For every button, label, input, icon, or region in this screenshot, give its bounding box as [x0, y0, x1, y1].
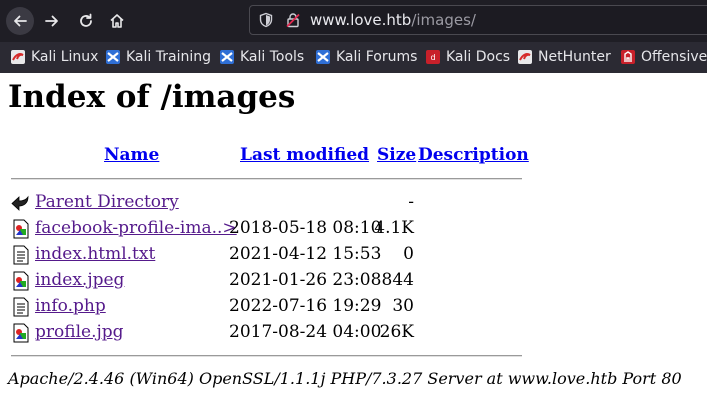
bookmarks-toolbar: Kali Linux Kali Training Kali Tools Kali…: [0, 42, 707, 73]
image-file-icon: [13, 219, 29, 239]
bookmark-kali-forums[interactable]: Kali Forums: [316, 47, 417, 67]
file-link[interactable]: profile.jpg: [35, 322, 124, 342]
url-path: /images/: [411, 11, 476, 29]
server-signature: Apache/2.4.46 (Win64) OpenSSL/1.1.1j PHP…: [8, 369, 682, 388]
file-link[interactable]: index.jpeg: [35, 270, 124, 290]
reload-button[interactable]: [72, 7, 100, 35]
bookmark-kali-training[interactable]: Kali Training: [106, 47, 211, 67]
file-size: 4.1K: [374, 218, 414, 238]
offensive-security-icon: [621, 50, 635, 64]
file-last-modified: 2021-01-26 23:08: [229, 270, 382, 290]
bookmark-offensive[interactable]: Offensive: [621, 47, 707, 67]
file-last-modified: 2018-05-18 08:10: [229, 218, 382, 238]
bookmark-label: Kali Docs: [446, 49, 511, 65]
text-file-icon: [13, 245, 29, 265]
parent-directory-link[interactable]: Parent Directory: [35, 192, 179, 212]
home-icon: [110, 14, 124, 28]
url-text[interactable]: www.love.htb/images/: [310, 11, 476, 29]
home-button[interactable]: [103, 7, 131, 35]
url-bar[interactable]: www.love.htb/images/: [249, 5, 707, 35]
kali-forums-icon: [316, 50, 330, 64]
page-title: Index of /images: [8, 79, 296, 115]
arrow-left-icon: [14, 15, 27, 27]
file-size: -: [408, 192, 414, 212]
kali-docs-icon: d: [426, 50, 440, 64]
table-row: info.php 2022-07-16 19:29 30: [0, 295, 707, 319]
bookmark-label: Kali Linux: [31, 49, 99, 65]
divider: [11, 355, 522, 357]
column-header-last-modified[interactable]: Last modified: [240, 145, 369, 165]
file-link[interactable]: info.php: [35, 296, 106, 316]
bookmark-label: Kali Training: [126, 49, 211, 65]
bookmark-kali-docs[interactable]: d Kali Docs: [426, 47, 510, 67]
browser-toolbar: www.love.htb/images/: [0, 0, 707, 42]
url-host: www.love.htb: [310, 11, 412, 29]
column-header-description[interactable]: Description: [418, 145, 529, 165]
kali-linux-icon: [11, 50, 25, 64]
file-size: 844: [381, 270, 414, 290]
insecure-lock-icon[interactable]: [285, 12, 301, 28]
file-size: 0: [403, 244, 414, 264]
divider: [11, 178, 522, 180]
column-header-name[interactable]: Name: [104, 145, 159, 165]
forward-button[interactable]: [38, 7, 66, 35]
table-row: facebook-profile-ima..> 2018-05-18 08:10…: [0, 217, 707, 241]
arrow-right-icon: [45, 15, 58, 27]
table-row: profile.jpg 2017-08-24 04:00 26K: [0, 321, 707, 345]
bookmark-nethunter[interactable]: NetHunter: [518, 47, 611, 67]
bookmark-label: NetHunter: [538, 49, 611, 65]
text-file-icon: [13, 297, 29, 317]
page-content: Index of /images Name Last modified Size…: [0, 73, 707, 399]
back-button[interactable]: [6, 7, 34, 35]
file-size: 30: [392, 296, 414, 316]
bookmark-label: Offensive: [641, 49, 707, 65]
reload-icon: [80, 13, 92, 27]
file-link[interactable]: facebook-profile-ima..>: [35, 218, 237, 238]
svg-text:d: d: [430, 53, 435, 62]
bookmark-label: Kali Tools: [240, 49, 305, 65]
file-last-modified: 2022-07-16 19:29: [229, 296, 382, 316]
nethunter-icon: [518, 50, 532, 64]
bookmark-label: Kali Forums: [336, 49, 418, 65]
kali-training-icon: [106, 50, 120, 64]
column-header-size[interactable]: Size: [377, 145, 416, 165]
image-file-icon: [13, 271, 29, 291]
image-file-icon: [13, 323, 29, 343]
file-size: 26K: [379, 322, 414, 342]
shield-icon[interactable]: [258, 12, 274, 28]
file-last-modified: 2021-04-12 15:53: [229, 244, 382, 264]
bookmark-kali-linux[interactable]: Kali Linux: [11, 47, 98, 67]
table-row: index.jpeg 2021-01-26 23:08 844: [0, 269, 707, 293]
kali-tools-icon: [220, 50, 234, 64]
bookmark-kali-tools[interactable]: Kali Tools: [220, 47, 304, 67]
back-arrow-icon: [11, 195, 29, 211]
file-link[interactable]: index.html.txt: [35, 244, 155, 264]
file-last-modified: 2017-08-24 04:00: [229, 322, 382, 342]
table-row: index.html.txt 2021-04-12 15:53 0: [0, 243, 707, 267]
table-row-parent: Parent Directory -: [0, 191, 707, 215]
